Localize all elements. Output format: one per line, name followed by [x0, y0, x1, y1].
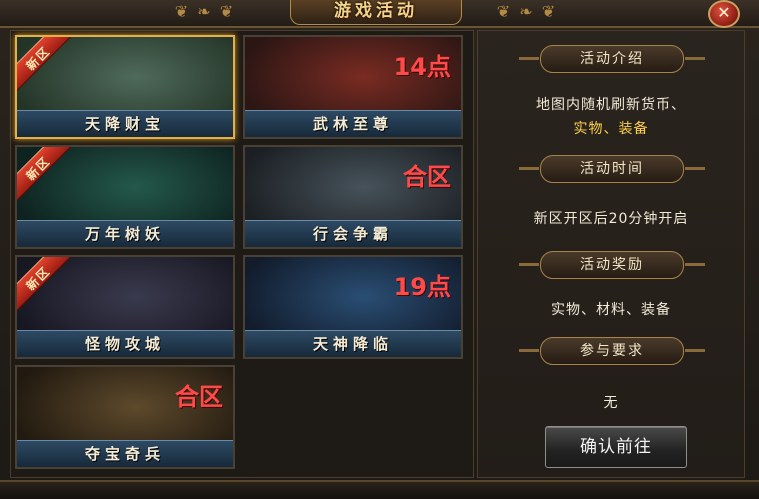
activity-schedule-note: 19点: [393, 273, 451, 301]
right-ornament-icon: ❦ ❧ ❦: [496, 2, 558, 21]
activity-name: 行会争霸: [312, 225, 393, 243]
activity-card[interactable]: 武林至尊 14点: [243, 35, 463, 139]
close-icon: ✕: [717, 3, 731, 22]
activity-label-bar: 怪物攻城: [17, 330, 233, 357]
confirm-go-button[interactable]: 确认前往: [545, 426, 687, 468]
activity-label-bar: 天神降临: [245, 330, 461, 357]
activity-schedule-note: 合区: [175, 383, 223, 411]
activity-schedule-note: 14点: [393, 53, 451, 81]
requirement-text: 无: [603, 395, 619, 411]
reward-heading-label: 活动奖励: [580, 257, 644, 273]
reward-heading: 活动奖励: [519, 251, 705, 279]
activity-card[interactable]: 万年树妖 新区: [15, 145, 235, 249]
title-plate: 游戏活动: [290, 0, 462, 25]
activity-window: ❦ ❧ ❦ 游戏活动 ❦ ❧ ❦ ✕ 天降财宝 新区 武林至尊 14点 万年树妖 新区 行会…: [0, 0, 759, 499]
activity-list-panel: 天降财宝 新区 武林至尊 14点 万年树妖 新区 行会争霸 合区 怪物攻城 新区 天神降临 19点 夺宝…: [10, 30, 474, 478]
intro-heading: 活动介绍: [519, 45, 705, 73]
time-heading: 活动时间: [519, 155, 705, 183]
window-title-bar: ❦ ❧ ❦ 游戏活动 ❦ ❧ ❦ ✕: [0, 0, 759, 28]
window-bottom-frame: [0, 480, 759, 499]
intro-line-2: 实物、装备: [573, 121, 649, 137]
activity-detail-panel: 活动介绍 地图内随机刷新货币、 实物、装备 活动时间 新区开区后20分钟开启 活…: [477, 30, 745, 478]
close-button[interactable]: ✕: [708, 0, 740, 28]
activity-name: 天神降临: [312, 335, 393, 353]
activity-card[interactable]: 天神降临 19点: [243, 255, 463, 359]
activity-name: 万年树妖: [84, 225, 165, 243]
time-heading-label: 活动时间: [580, 161, 644, 177]
activity-card[interactable]: 行会争霸 合区: [243, 145, 463, 249]
intro-line-1: 地图内随机刷新货币、: [536, 97, 686, 113]
activity-card[interactable]: 天降财宝 新区: [15, 35, 235, 139]
confirm-go-label: 确认前往: [580, 437, 652, 457]
activity-label-bar: 行会争霸: [245, 220, 461, 247]
requirement-heading: 参与要求: [519, 337, 705, 365]
activity-name: 武林至尊: [312, 115, 393, 133]
activity-schedule-note: 合区: [403, 163, 451, 191]
activity-label-bar: 夺宝奇兵: [17, 440, 233, 467]
activity-label-bar: 万年树妖: [17, 220, 233, 247]
activity-name: 怪物攻城: [84, 335, 165, 353]
intro-heading-label: 活动介绍: [580, 51, 644, 67]
activity-name: 夺宝奇兵: [84, 445, 165, 463]
activity-label-bar: 武林至尊: [245, 110, 461, 137]
reward-text: 实物、材料、装备: [551, 302, 671, 318]
time-text: 新区开区后20分钟开启: [533, 211, 689, 227]
activity-card[interactable]: 怪物攻城 新区: [15, 255, 235, 359]
left-ornament-icon: ❦ ❧ ❦: [174, 2, 236, 21]
requirement-heading-label: 参与要求: [580, 343, 644, 359]
activity-label-bar: 天降财宝: [17, 110, 233, 137]
window-title: 游戏活动: [334, 1, 418, 21]
activity-card[interactable]: 夺宝奇兵 合区: [15, 365, 235, 469]
activity-name: 天降财宝: [84, 115, 165, 133]
